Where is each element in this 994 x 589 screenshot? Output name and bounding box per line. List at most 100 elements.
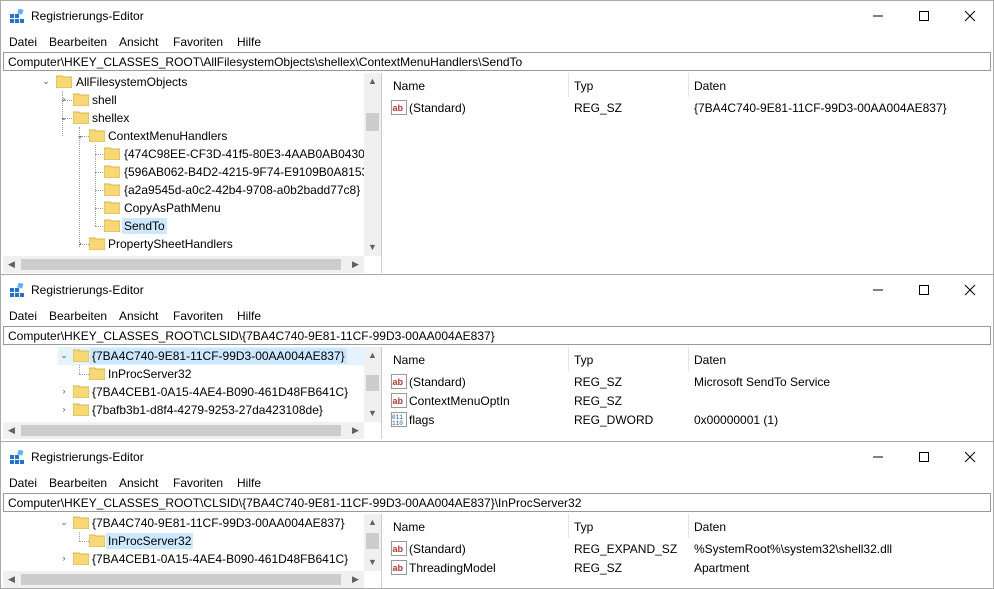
address-bar[interactable]: Computer\HKEY_CLASSES_ROOT\AllFilesystem… — [3, 52, 991, 71]
string-value-icon: ab — [391, 560, 407, 575]
scroll-thumb[interactable] — [21, 574, 341, 585]
tree-horizontal-scrollbar[interactable]: ◀ ▶ — [3, 571, 364, 588]
chevron-down-icon[interactable]: ⌄ — [41, 75, 51, 87]
chevron-right-icon[interactable]: › — [59, 552, 69, 564]
chevron-right-icon[interactable]: › — [59, 385, 69, 397]
chevron-down-icon[interactable]: ⌄ — [59, 111, 69, 123]
scroll-thumb[interactable] — [366, 533, 379, 549]
menu-hilfe[interactable]: Hilfe — [237, 309, 261, 323]
scroll-right-arrow[interactable]: ▶ — [347, 571, 364, 588]
chevron-right-icon[interactable]: › — [59, 93, 69, 105]
column-header-data[interactable]: Daten — [694, 353, 726, 367]
close-button[interactable] — [947, 442, 993, 472]
scroll-left-arrow[interactable]: ◀ — [3, 422, 20, 439]
menu-hilfe[interactable]: Hilfe — [237, 476, 261, 490]
column-header-data[interactable]: Daten — [694, 520, 726, 534]
address-bar[interactable]: Computer\HKEY_CLASSES_ROOT\CLSID\{7BA4C7… — [3, 326, 991, 345]
menu-ansicht[interactable]: Ansicht — [119, 309, 158, 323]
close-icon — [964, 451, 976, 463]
scroll-down-arrow[interactable]: ▼ — [364, 554, 381, 571]
maximize-button[interactable] — [901, 1, 947, 31]
tree-vertical-scrollbar[interactable]: ▲ ▼ — [364, 514, 381, 571]
regedit-window-3: Registrierungs-Editor Datei Bearbeiten A… — [0, 441, 994, 589]
tree-pane[interactable]: ⌄ AllFilesystemObjects › shell ⌄ shellex… — [3, 73, 382, 273]
menu-favoriten[interactable]: Favoriten — [173, 309, 223, 323]
tree-horizontal-scrollbar[interactable]: ◀ ▶ — [3, 256, 364, 273]
maximize-button[interactable] — [901, 442, 947, 472]
menu-ansicht[interactable]: Ansicht — [119, 35, 158, 49]
tree-pane[interactable]: ⌄ {7BA4C740-9E81-11CF-99D3-00AA004AE837}… — [3, 514, 382, 588]
scroll-up-arrow[interactable]: ▲ — [364, 73, 381, 90]
value-row[interactable]: 011 110 flags REG_DWORD 0x00000001 (1) — [385, 411, 993, 430]
scroll-down-arrow[interactable]: ▼ — [364, 239, 381, 256]
regedit-icon — [10, 450, 24, 464]
value-row[interactable]: ab (Standard) REG_SZ Microsoft SendTo Se… — [385, 373, 993, 392]
title-bar[interactable]: Registrierungs-Editor — [1, 442, 993, 472]
tree-node-label: {a2a9545d-a0c2-42b4-9708-a0b2badd77c8} — [124, 183, 361, 197]
column-header-type[interactable]: Typ — [574, 353, 593, 367]
scroll-right-arrow[interactable]: ▶ — [347, 256, 364, 273]
menu-ansicht[interactable]: Ansicht — [119, 476, 158, 490]
chevron-down-icon[interactable]: ⌄ — [59, 349, 69, 361]
minimize-button[interactable] — [855, 1, 901, 31]
scroll-thumb[interactable] — [21, 425, 341, 436]
tree-horizontal-scrollbar[interactable]: ◀ ▶ — [3, 422, 364, 439]
menu-bearbeiten[interactable]: Bearbeiten — [49, 476, 107, 490]
scroll-right-arrow[interactable]: ▶ — [347, 422, 364, 439]
close-button[interactable] — [947, 275, 993, 305]
column-header-name[interactable]: Name — [393, 520, 425, 534]
chevron-right-icon[interactable]: › — [75, 237, 85, 249]
column-header-type[interactable]: Typ — [574, 520, 593, 534]
column-header-type[interactable]: Typ — [574, 79, 593, 93]
menu-datei[interactable]: Datei — [9, 476, 37, 490]
close-icon — [964, 284, 976, 296]
scroll-thumb[interactable] — [366, 113, 379, 131]
scroll-thumb[interactable] — [21, 259, 341, 270]
tree-vertical-scrollbar[interactable]: ▲ ▼ — [364, 73, 381, 256]
value-row[interactable]: ab (Standard) REG_EXPAND_SZ %SystemRoot%… — [385, 540, 993, 559]
values-pane[interactable]: Name Typ Daten ab (Standard) REG_EXPAND_… — [385, 514, 993, 588]
value-row[interactable]: ab (Standard) REG_SZ {7BA4C740-9E81-11CF… — [385, 99, 993, 118]
title-bar[interactable]: Registrierungs-Editor — [1, 275, 993, 305]
scroll-left-arrow[interactable]: ◀ — [3, 256, 20, 273]
value-data: {7BA4C740-9E81-11CF-99D3-00AA004AE837} — [694, 101, 947, 115]
column-header-name[interactable]: Name — [393, 79, 425, 93]
scroll-down-arrow[interactable]: ▼ — [364, 405, 381, 422]
chevron-down-icon[interactable]: ⌄ — [59, 516, 69, 528]
tree-node-label: {7BA4C740-9E81-11CF-99D3-00AA004AE837} — [92, 516, 345, 530]
menu-datei[interactable]: Datei — [9, 309, 37, 323]
minimize-button[interactable] — [855, 442, 901, 472]
regedit-window-2: Registrierungs-Editor Datei Bearbeiten A… — [0, 274, 994, 442]
value-row[interactable]: ab ThreadingModel REG_SZ Apartment — [385, 559, 993, 578]
title-bar[interactable]: Registrierungs-Editor — [1, 1, 993, 31]
value-row[interactable]: ab ContextMenuOptIn REG_SZ — [385, 392, 993, 411]
minimize-button[interactable] — [855, 275, 901, 305]
values-pane[interactable]: Name Typ Daten ab (Standard) REG_SZ Micr… — [385, 347, 993, 439]
values-pane[interactable]: Name Typ Daten ab (Standard) REG_SZ {7BA… — [385, 73, 993, 273]
column-header-data[interactable]: Daten — [694, 79, 726, 93]
menu-bearbeiten[interactable]: Bearbeiten — [49, 309, 107, 323]
menu-datei[interactable]: Datei — [9, 35, 37, 49]
column-header-name[interactable]: Name — [393, 353, 425, 367]
chevron-down-icon[interactable]: ⌄ — [75, 129, 85, 141]
scroll-up-arrow[interactable]: ▲ — [364, 514, 381, 531]
tree-node-label: {596AB062-B4D2-4215-9F74-E9109B0A8153} — [124, 165, 373, 179]
value-name: flags — [409, 413, 435, 427]
scroll-left-arrow[interactable]: ◀ — [3, 571, 20, 588]
menu-bearbeiten[interactable]: Bearbeiten — [49, 35, 107, 49]
address-bar[interactable]: Computer\HKEY_CLASSES_ROOT\CLSID\{7BA4C7… — [3, 493, 991, 512]
maximize-button[interactable] — [901, 275, 947, 305]
menu-hilfe[interactable]: Hilfe — [237, 35, 261, 49]
tree-node-label: AllFilesystemObjects — [76, 75, 188, 89]
tree-vertical-scrollbar[interactable]: ▲ ▼ — [364, 347, 381, 422]
chevron-right-icon[interactable]: › — [59, 403, 69, 415]
scroll-up-arrow[interactable]: ▲ — [364, 347, 381, 364]
menu-favoriten[interactable]: Favoriten — [173, 476, 223, 490]
scroll-thumb[interactable] — [366, 375, 379, 391]
close-button[interactable] — [947, 1, 993, 31]
menu-favoriten[interactable]: Favoriten — [173, 35, 223, 49]
minimize-icon — [873, 15, 883, 17]
tree-node-label: ContextMenuHandlers — [108, 129, 228, 143]
value-type: REG_SZ — [574, 561, 623, 575]
tree-pane[interactable]: ⌄ {7BA4C740-9E81-11CF-99D3-00AA004AE837}… — [3, 347, 382, 439]
